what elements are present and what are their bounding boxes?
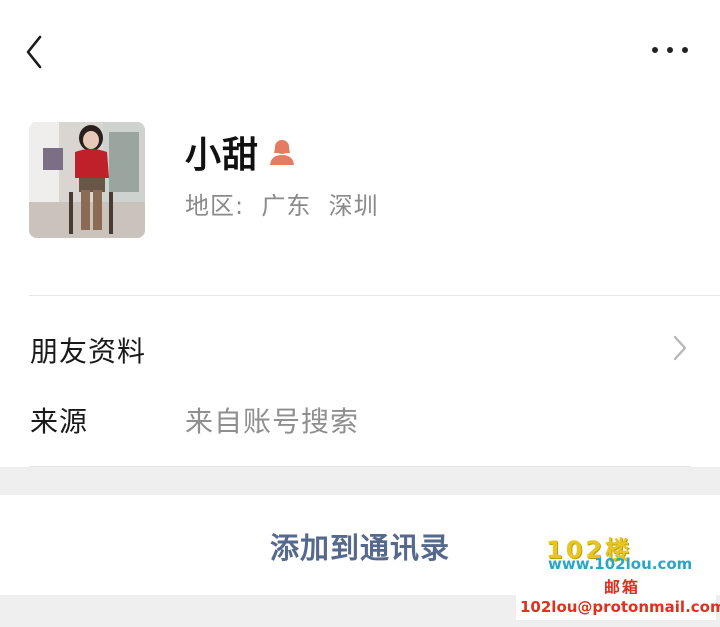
source-value: 来自账号搜索 <box>185 405 360 438</box>
name-row: 小甜 <box>185 127 297 177</box>
region-text: 地区: 广东 深圳 <box>185 192 379 220</box>
watermark-address: 102lou@protonmail.com <box>516 594 720 620</box>
section-gap <box>0 467 720 495</box>
avatar-photo <box>29 122 145 238</box>
watermark: 102楼 www.102lou.com 邮箱 102lou@protonmail… <box>516 530 720 622</box>
avatar[interactable] <box>29 122 145 238</box>
divider <box>29 295 720 296</box>
female-user-icon <box>270 140 295 165</box>
more-button[interactable] <box>648 38 692 62</box>
more-dot <box>652 47 658 53</box>
more-dot <box>682 47 688 53</box>
back-button[interactable] <box>22 34 50 70</box>
chevron-right-icon <box>673 335 687 361</box>
profile-card: 小甜 地区: 广东 深圳 <box>0 100 720 295</box>
more-dot <box>667 47 673 53</box>
profile-name: 小甜 <box>185 135 260 176</box>
watermark-site: www.102lou.com <box>548 555 693 573</box>
source-label: 来源 <box>30 405 89 438</box>
source-row: 来源 来自账号搜索 <box>0 383 720 453</box>
friend-info-label: 朋友资料 <box>30 335 147 368</box>
top-bar <box>0 0 720 100</box>
chevron-left-icon <box>26 35 42 69</box>
friend-info-row[interactable]: 朋友资料 <box>0 313 720 383</box>
